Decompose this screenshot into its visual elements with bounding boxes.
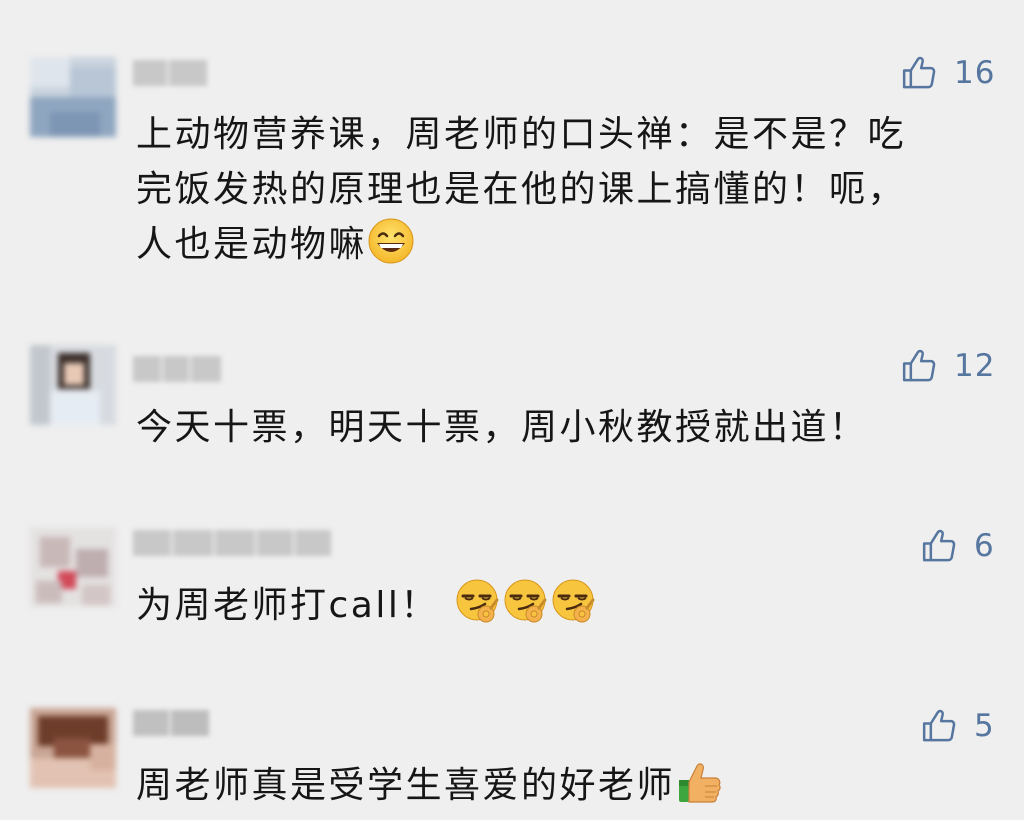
like-count: 16 bbox=[954, 55, 996, 91]
comment-line: 完饭发热的原理也是在他的课上搞懂的！呃， bbox=[136, 169, 907, 210]
grinning-face-emoji-icon bbox=[367, 217, 415, 265]
avatar[interactable] bbox=[30, 708, 116, 788]
comment-line: 今天十票，明天十票，周小秋教授就出道！ bbox=[136, 407, 868, 448]
like-button[interactable]: 6 bbox=[920, 526, 995, 566]
comment-line: 人也是动物嘛 bbox=[136, 224, 368, 265]
comment-line-with-emoji: 为周老师打call！ bbox=[136, 578, 996, 633]
comment-line: 为周老师打call！ bbox=[136, 585, 439, 626]
comment-line: 上动物营养课，周老师的口头禅：是不是？吃 bbox=[136, 114, 907, 155]
like-count: 12 bbox=[954, 348, 996, 384]
like-button[interactable]: 12 bbox=[900, 346, 995, 386]
thumbs-up-outline-icon bbox=[902, 56, 936, 89]
thumbs-up-outline-icon bbox=[902, 349, 936, 382]
thumbs-up-outline-icon bbox=[922, 529, 956, 562]
like-button[interactable]: 16 bbox=[900, 53, 995, 93]
comment-text: 为周老师打call！ bbox=[136, 578, 996, 633]
comment-line: 周老师真是受学生喜爱的好老师 bbox=[136, 765, 676, 806]
smirk-ok-hand-emoji-icon bbox=[453, 578, 501, 626]
comment-line-with-emoji: 周老师真是受学生喜爱的好老师 bbox=[136, 758, 996, 813]
comment-text: 周老师真是受学生喜爱的好老师 bbox=[136, 758, 996, 813]
like-count: 5 bbox=[974, 708, 995, 744]
thumbs-up-emoji-icon bbox=[675, 758, 723, 806]
smirk-ok-hand-emoji-icon bbox=[501, 578, 549, 626]
avatar[interactable] bbox=[30, 57, 116, 137]
avatar[interactable] bbox=[30, 345, 116, 425]
smirk-ok-hand-emoji-icon bbox=[549, 578, 597, 626]
comment-text: 上动物营养课，周老师的口头禅：是不是？吃 完饭发热的原理也是在他的课上搞懂的！呃… bbox=[136, 107, 996, 272]
avatar[interactable] bbox=[30, 527, 116, 607]
username[interactable] bbox=[133, 56, 209, 92]
comment-text: 今天十票，明天十票，周小秋教授就出道！ bbox=[136, 400, 996, 455]
username[interactable] bbox=[133, 352, 223, 388]
username[interactable] bbox=[133, 706, 211, 742]
thumbs-up-outline-icon bbox=[922, 709, 956, 742]
like-count: 6 bbox=[974, 528, 995, 564]
like-button[interactable]: 5 bbox=[920, 706, 995, 746]
comment-line-with-emoji: 人也是动物嘛 bbox=[136, 217, 996, 272]
username[interactable] bbox=[133, 526, 333, 562]
comment-list: 16 上动物营养课，周老师的口头禅：是不是？吃 完饭发热的原理也是在他的课上搞懂… bbox=[0, 0, 1024, 820]
